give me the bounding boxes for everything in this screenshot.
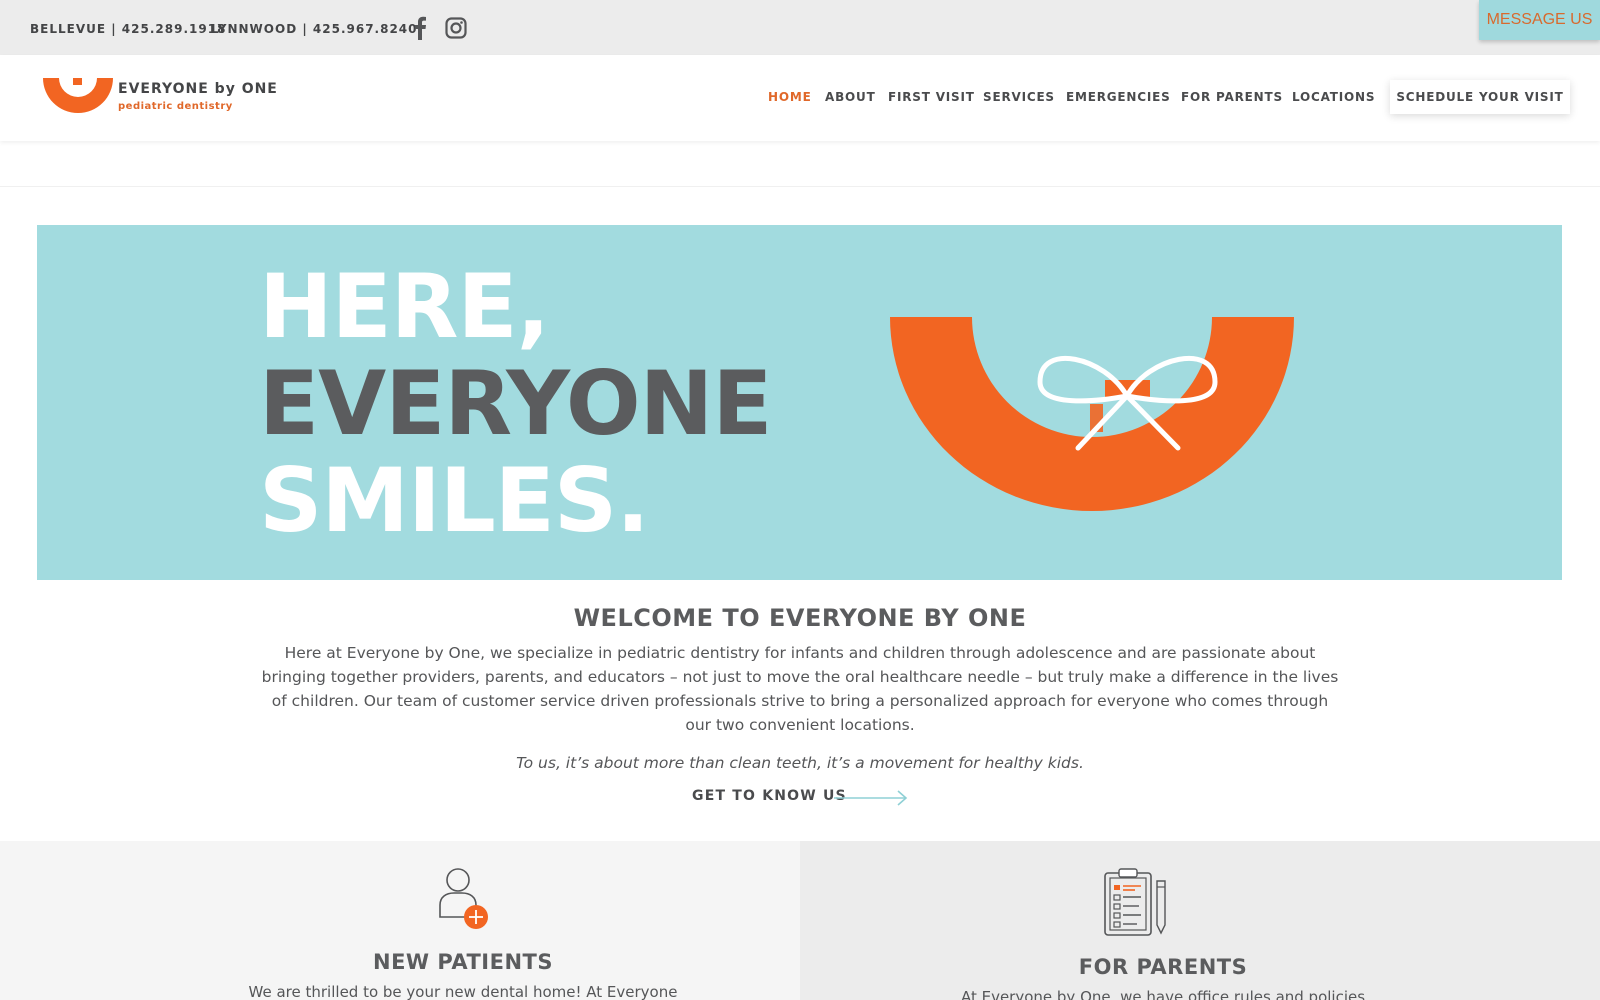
nav-services[interactable]: SERVICES [983, 90, 1055, 104]
welcome-body: Here at Everyone by One, we specialize i… [261, 644, 1339, 734]
nav-about[interactable]: ABOUT [825, 90, 876, 104]
nav-for-parents[interactable]: FOR PARENTS [1181, 90, 1283, 104]
logo-name[interactable]: EVERYONE by ONE [118, 81, 278, 97]
site-header: EVERYONE by ONE pediatric dentistry HOME… [0, 55, 1600, 141]
arrow-right-icon[interactable] [834, 789, 909, 807]
get-to-know-us-link[interactable]: GET TO KNOW US [692, 788, 847, 804]
schedule-visit-button[interactable]: SCHEDULE YOUR VISIT [1390, 80, 1570, 114]
instagram-icon[interactable] [445, 17, 467, 39]
message-us-button[interactable]: MESSAGE US [1479, 0, 1600, 40]
nav-home[interactable]: HOME [768, 90, 812, 104]
smile-bow-illustration [890, 317, 1294, 511]
top-bar: BELLEVUE | 425.289.1918 LYNNWOOD | 425.9… [0, 0, 1600, 55]
for-parents-text: At Everyone by One, we have office rules… [960, 988, 1366, 1000]
new-patient-icon [439, 868, 488, 929]
lynnwood-phone[interactable]: LYNNWOOD | 425.967.8240 [211, 22, 418, 36]
welcome-title: WELCOME TO EVERYONE BY ONE [573, 604, 1027, 632]
nav-locations[interactable]: LOCATIONS [1292, 90, 1375, 104]
clipboard-icon [1104, 868, 1166, 936]
hero-line-2: EVERYONE [259, 352, 772, 455]
hero-banner: HERE, EVERYONE SMILES. [37, 225, 1562, 580]
welcome-quote: To us, it’s about more than clean teeth,… [516, 754, 1084, 772]
facebook-icon[interactable] [410, 16, 430, 40]
nav-emergencies[interactable]: EMERGENCIES [1066, 90, 1171, 104]
for-parents-title: FOR PARENTS [1078, 955, 1248, 979]
logo-smile-icon[interactable] [43, 78, 113, 114]
hero-line-3: SMILES. [259, 449, 650, 552]
logo-tagline: pediatric dentistry [118, 101, 233, 112]
hero-line-1: HERE, [259, 255, 550, 358]
bellevue-phone[interactable]: BELLEVUE | 425.289.1918 [30, 22, 226, 36]
for-parents-card[interactable]: FOR PARENTS At Everyone by One, we have … [800, 841, 1600, 1000]
nav-first-visit[interactable]: FIRST VISIT [888, 90, 975, 104]
header-divider [0, 186, 1600, 187]
